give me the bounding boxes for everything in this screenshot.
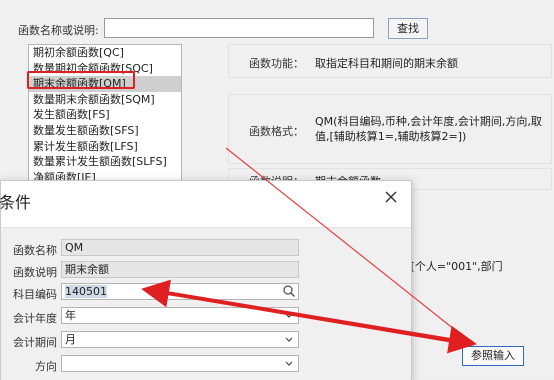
function-format-value-line2: 值,[辅助核算1=,辅助核算2=]) (315, 130, 467, 143)
search-label: 函数名称或说明: (18, 24, 99, 37)
find-button[interactable]: 查找 (388, 18, 428, 39)
list-item[interactable]: 累计发生额函数[LFS] (29, 139, 181, 155)
function-desc-field: 期末余额 (61, 261, 299, 278)
function-purpose-label: 函数功能： (249, 57, 304, 70)
close-icon[interactable] (381, 187, 401, 207)
chevron-down-icon (284, 358, 294, 373)
field-label-direction: 方向 (35, 360, 57, 373)
function-format-row: 函数格式： QM(科目编码,币种,会计年度,会计期间,方向,取 值,[辅助核算1… (228, 94, 552, 164)
fiscal-year-select[interactable]: 年 (61, 307, 299, 324)
dialog-title: 条件 (0, 193, 32, 212)
dialog-body: 函数名称 QM 函数说明 期末余额 科目编码 140501 会计年度 年 会计期… (1, 227, 411, 380)
function-name-field: QM (61, 239, 299, 256)
fiscal-period-select[interactable]: 月 (61, 331, 299, 348)
function-list[interactable]: 期初余额函数[QC] 数量期初余额函数[SQC] 期末余额函数[QM] 数量期末… (28, 44, 182, 184)
list-item[interactable]: 数量期末余额函数[SQM] (29, 92, 181, 108)
function-format-label: 函数格式： (249, 125, 304, 138)
account-code-value: 140501 (65, 285, 107, 298)
field-label-function-name: 函数名称 (13, 244, 57, 257)
field-label-function-desc: 函数说明 (13, 266, 57, 279)
fiscal-year-value: 年 (65, 309, 76, 322)
search-icon[interactable] (282, 284, 296, 302)
list-item[interactable]: 发生额函数[FS] (29, 107, 181, 123)
list-item[interactable]: 数量累计发生额函数[SLFS] (29, 154, 181, 170)
field-label-fiscal-year: 会计年度 (13, 312, 57, 325)
list-item[interactable]: 期初余额函数[QC] (29, 45, 181, 61)
field-label-account-code: 科目编码 (13, 288, 57, 301)
function-purpose-value: 取指定科目和期间的期末余额 (315, 57, 458, 70)
list-item[interactable]: 数量发生额函数[SFS] (29, 123, 181, 139)
account-code-input[interactable]: 140501 (61, 283, 299, 300)
function-format-value-line1: QM(科目编码,币种,会计年度,会计期间,方向,取 (315, 115, 542, 128)
function-purpose-row: 函数功能： 取指定科目和期间的期末余额 (228, 44, 552, 78)
field-label-fiscal-period: 会计期间 (13, 336, 57, 349)
chevron-down-icon (284, 310, 294, 325)
chevron-down-icon (284, 334, 294, 349)
selection-highlight-box (27, 71, 135, 89)
fiscal-period-value: 月 (65, 333, 76, 346)
condition-dialog: 条件 函数名称 QM 函数说明 期末余额 科目编码 140501 会计年度 年 (0, 180, 412, 380)
search-input[interactable] (104, 18, 374, 38)
reference-input-button[interactable]: 参照输入 (462, 346, 524, 366)
direction-select[interactable] (61, 355, 299, 372)
